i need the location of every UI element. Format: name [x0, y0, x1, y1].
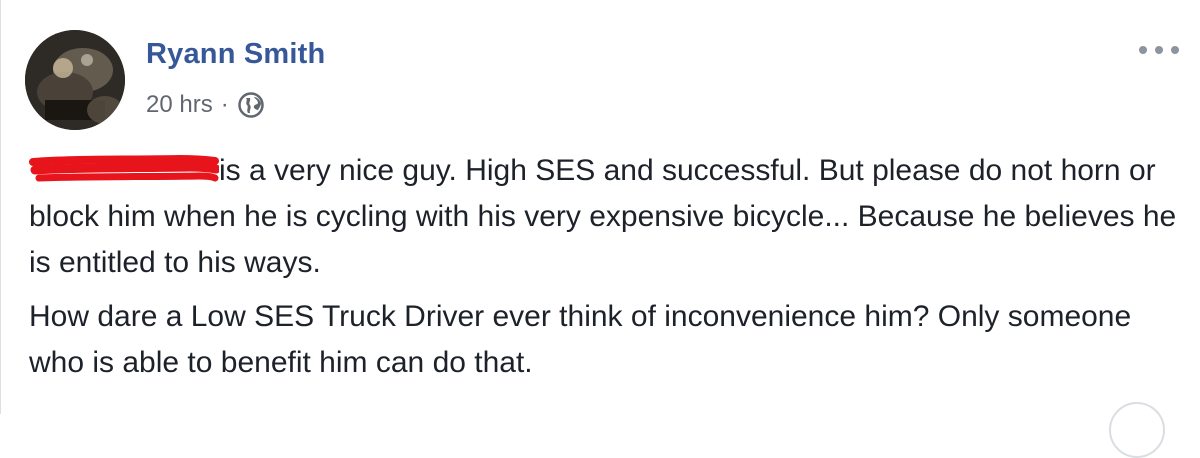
paragraph-2-text: How dare a Low SES Truck Driver ever thi…	[29, 300, 1132, 379]
post-paragraph: is a very nice guy. High SES and success…	[29, 148, 1189, 286]
post-paragraph: How dare a Low SES Truck Driver ever thi…	[29, 294, 1189, 386]
more-dot-icon	[1139, 46, 1147, 54]
facebook-post: Ryann Smith 20 hrs · is a very nice guy.…	[0, 0, 1200, 458]
more-options-icon[interactable]	[1139, 40, 1179, 60]
post-timestamp[interactable]: 20 hrs	[146, 91, 213, 119]
meta-separator: ·	[220, 91, 229, 118]
reaction-button-edge[interactable]	[1109, 402, 1165, 458]
redaction-scribble	[29, 154, 219, 186]
author-name-link[interactable]: Ryann Smith	[146, 38, 325, 71]
post-header: Ryann Smith 20 hrs ·	[1, 0, 1200, 140]
post-meta: 20 hrs ·	[146, 88, 265, 122]
avatar[interactable]	[25, 30, 125, 130]
more-dot-icon	[1171, 46, 1179, 54]
post-body: is a very nice guy. High SES and success…	[29, 148, 1189, 386]
more-dot-icon	[1155, 46, 1163, 54]
globe-icon[interactable]	[237, 91, 265, 119]
